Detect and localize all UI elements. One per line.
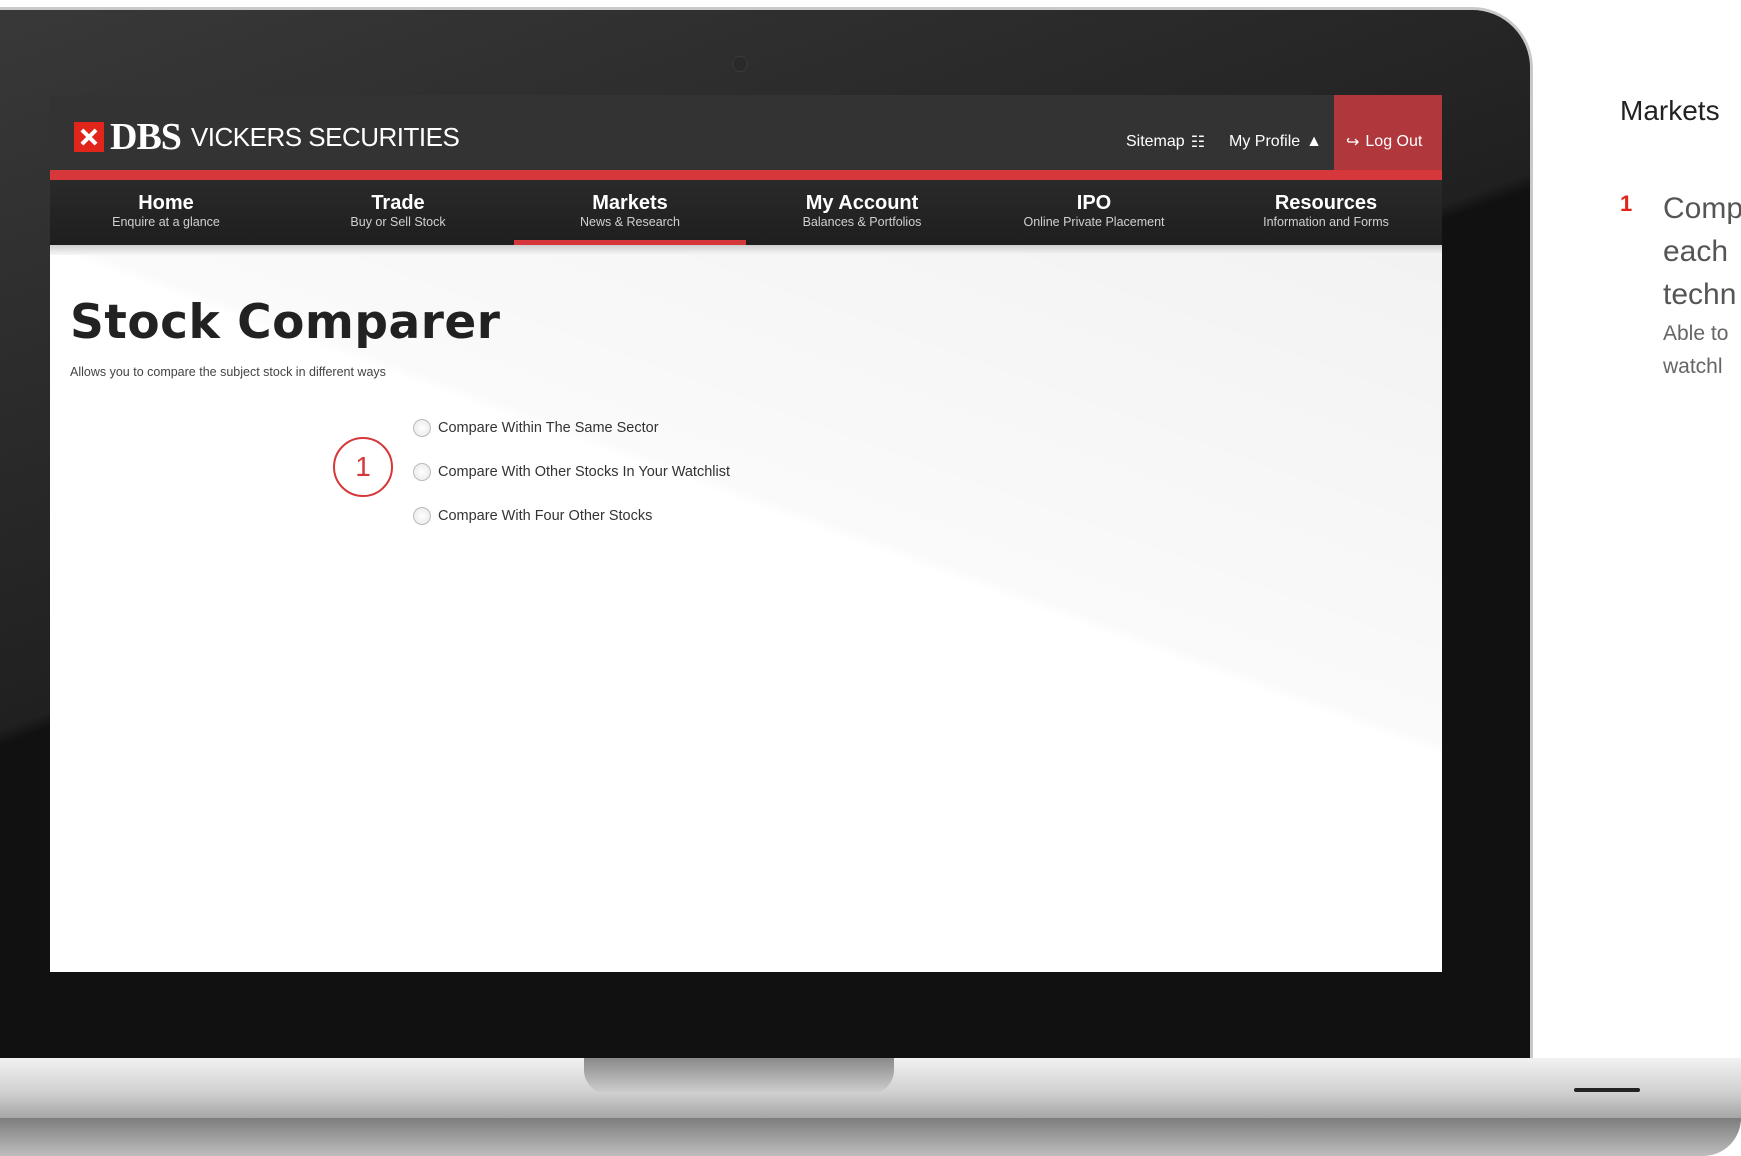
utility-links: Sitemap ☷ My Profile ▲ ↪ Log Out	[1114, 95, 1442, 170]
profile-label: My Profile	[1229, 132, 1301, 150]
page-description: Allows you to compare the subject stock …	[70, 365, 386, 379]
option-label: Compare Within The Same Sector	[438, 420, 659, 436]
nav-shadow	[50, 245, 1442, 255]
nav-title: My Account	[805, 192, 919, 214]
radio-button[interactable]	[413, 463, 431, 481]
nav-tab-ipo[interactable]: IPO Online Private Placement	[978, 180, 1210, 245]
logo-dbs-text: DBS	[110, 116, 182, 158]
radio-button[interactable]	[413, 419, 431, 437]
laptop-slot	[1574, 1088, 1640, 1092]
dbs-logo[interactable]: DBS VICKERS SECURITIES	[74, 115, 460, 159]
nav-subtitle: Enquire at a glance	[112, 215, 220, 229]
logout-button[interactable]: ↪ Log Out	[1334, 95, 1442, 170]
nav-subtitle: Buy or Sell Stock	[350, 215, 446, 229]
nav-title: Resources	[1274, 192, 1378, 214]
guide-item-description: Able to watchl	[1663, 317, 1728, 383]
guide-item-line: Comp	[1663, 192, 1741, 225]
sitemap-icon: ☷	[1190, 133, 1206, 151]
nav-subtitle: Online Private Placement	[1023, 215, 1165, 229]
option-four-stocks[interactable]: Compare With Four Other Stocks	[413, 494, 730, 538]
guide-item-number: 1	[1620, 191, 1633, 216]
option-label: Compare With Four Other Stocks	[438, 508, 653, 524]
my-profile-link[interactable]: My Profile ▲	[1217, 95, 1334, 170]
logout-icon: ↪	[1346, 133, 1360, 151]
sitemap-label: Sitemap	[1125, 132, 1185, 150]
guide-item: 1 Comp each techn	[1620, 187, 1741, 316]
callout-marker: 1	[333, 437, 393, 497]
nav-tab-markets[interactable]: Markets News & Research	[514, 180, 746, 245]
guide-desc-line: watchl	[1663, 355, 1723, 378]
laptop-base-bottom	[0, 1118, 1741, 1156]
nav-title: Markets	[592, 192, 668, 214]
brand-divider	[50, 170, 1442, 180]
top-bar: DBS VICKERS SECURITIES Sitemap ☷ My Prof…	[50, 95, 1442, 170]
nav-subtitle: Balances & Portfolios	[802, 215, 922, 229]
dbs-star-icon	[74, 122, 104, 152]
nav-tab-trade[interactable]: Trade Buy or Sell Stock	[282, 180, 514, 245]
nav-subtitle: Information and Forms	[1263, 215, 1389, 229]
guide-item-line: techn	[1663, 278, 1737, 311]
option-same-sector[interactable]: Compare Within The Same Sector	[413, 406, 730, 450]
logout-label: Log Out	[1365, 132, 1423, 150]
guide-heading: Markets	[1620, 95, 1720, 126]
radio-button[interactable]	[413, 507, 431, 525]
main-nav: Home Enquire at a glance Trade Buy or Se…	[50, 180, 1442, 245]
nav-title: Home	[138, 192, 194, 214]
nav-tab-my-account[interactable]: My Account Balances & Portfolios	[746, 180, 978, 245]
guide-panel: Markets 1 Comp each techn Able to watchl	[1620, 95, 1741, 378]
user-icon: ▲	[1306, 132, 1322, 150]
nav-title: Trade	[371, 192, 425, 214]
page-title: Stock Comparer	[70, 295, 501, 350]
nav-title: IPO	[1076, 192, 1112, 214]
logo-vickers-text: VICKERS SECURITIES	[190, 121, 460, 152]
nav-tab-resources[interactable]: Resources Information and Forms	[1210, 180, 1442, 245]
laptop-notch	[584, 1058, 894, 1094]
option-label: Compare With Other Stocks In Your Watchl…	[438, 464, 730, 480]
browser-screen: DBS VICKERS SECURITIES Sitemap ☷ My Prof…	[50, 95, 1442, 972]
sitemap-link[interactable]: Sitemap ☷	[1114, 95, 1217, 170]
guide-desc-line: Able to	[1663, 322, 1729, 345]
guide-item-line: each	[1663, 235, 1729, 268]
compare-options: Compare Within The Same Sector Compare W…	[413, 406, 730, 538]
nav-tab-home[interactable]: Home Enquire at a glance	[50, 180, 282, 245]
nav-subtitle: News & Research	[579, 215, 681, 229]
webcam	[732, 56, 748, 72]
screen-reflection	[50, 255, 1442, 972]
option-watchlist[interactable]: Compare With Other Stocks In Your Watchl…	[413, 450, 730, 494]
